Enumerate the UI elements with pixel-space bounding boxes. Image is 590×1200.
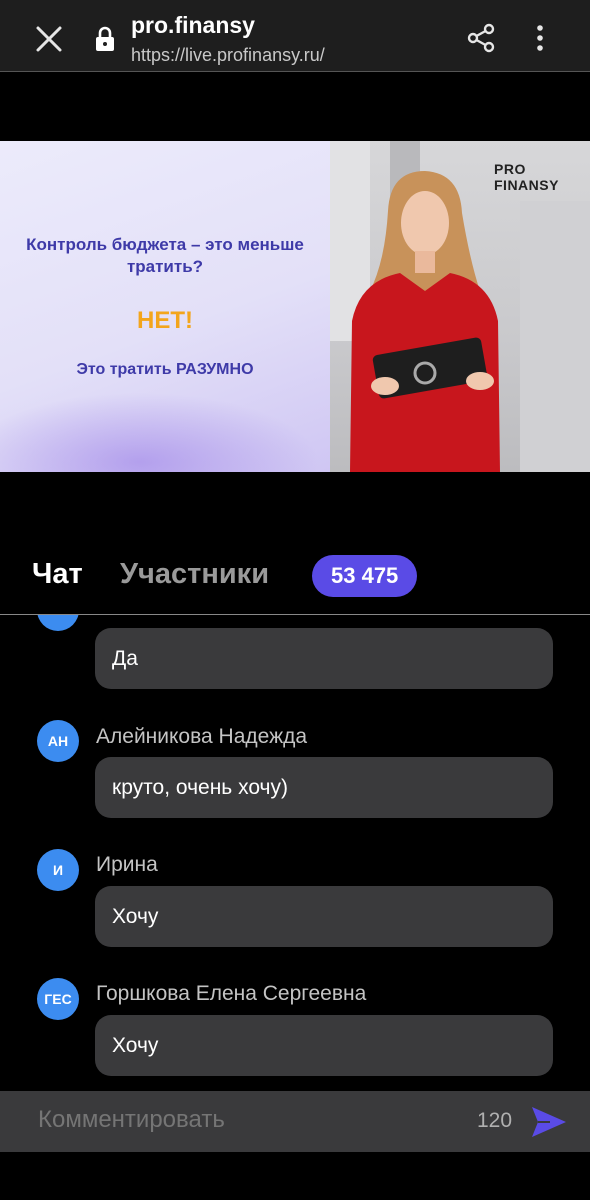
tab-participants[interactable]: Участники (120, 558, 269, 591)
more-menu-icon[interactable] (528, 22, 552, 54)
chat-tabs: Чат Участники 53 475 (0, 548, 590, 615)
avatar: ВЗА (37, 615, 79, 631)
avatar: ГЕС (37, 978, 79, 1020)
site-title: pro.finansy (131, 12, 255, 38)
slide-question: Контроль бюджета – это меньше тратить? (26, 235, 304, 276)
slide-answer: НЕТ! (137, 307, 193, 334)
close-icon[interactable] (30, 20, 68, 58)
tab-chat[interactable]: Чат (32, 558, 83, 591)
message-author: Ирина (96, 853, 158, 876)
channel-logo: PRO FINANSY (494, 161, 559, 193)
browser-toolbar: pro.finansy https://live.profinansy.ru/ (0, 0, 590, 72)
avatar: АН (37, 720, 79, 762)
send-icon[interactable] (530, 1105, 568, 1139)
comment-composer: 120 (0, 1091, 590, 1152)
chat-messages[interactable]: ВЗА Да АН Алейникова Надежда круто, очен… (0, 615, 590, 1091)
lock-icon (96, 26, 114, 51)
message-author: Горшкова Елена Сергеевна (96, 982, 367, 1005)
site-url[interactable]: https://live.profinansy.ru/ (131, 45, 325, 66)
avatar: И (37, 849, 79, 891)
message-bubble: Хочу (95, 1015, 553, 1076)
comment-input[interactable] (38, 1106, 438, 1134)
char-count: 120 (477, 1109, 513, 1132)
slide-statement: Это тратить РАЗУМНО (76, 361, 254, 378)
message-bubble: Да (95, 628, 553, 689)
message-author: Алейникова Надежда (96, 725, 308, 748)
video-player[interactable]: Контроль бюджета – это меньше тратить? Н… (0, 141, 590, 472)
message-bubble: круто, очень хочу) (95, 757, 553, 818)
message-bubble: Хочу (95, 886, 553, 947)
share-icon[interactable] (465, 22, 497, 54)
video-slide: Контроль бюджета – это меньше тратить? Н… (0, 141, 330, 472)
participants-count-badge: 53 475 (312, 555, 418, 597)
